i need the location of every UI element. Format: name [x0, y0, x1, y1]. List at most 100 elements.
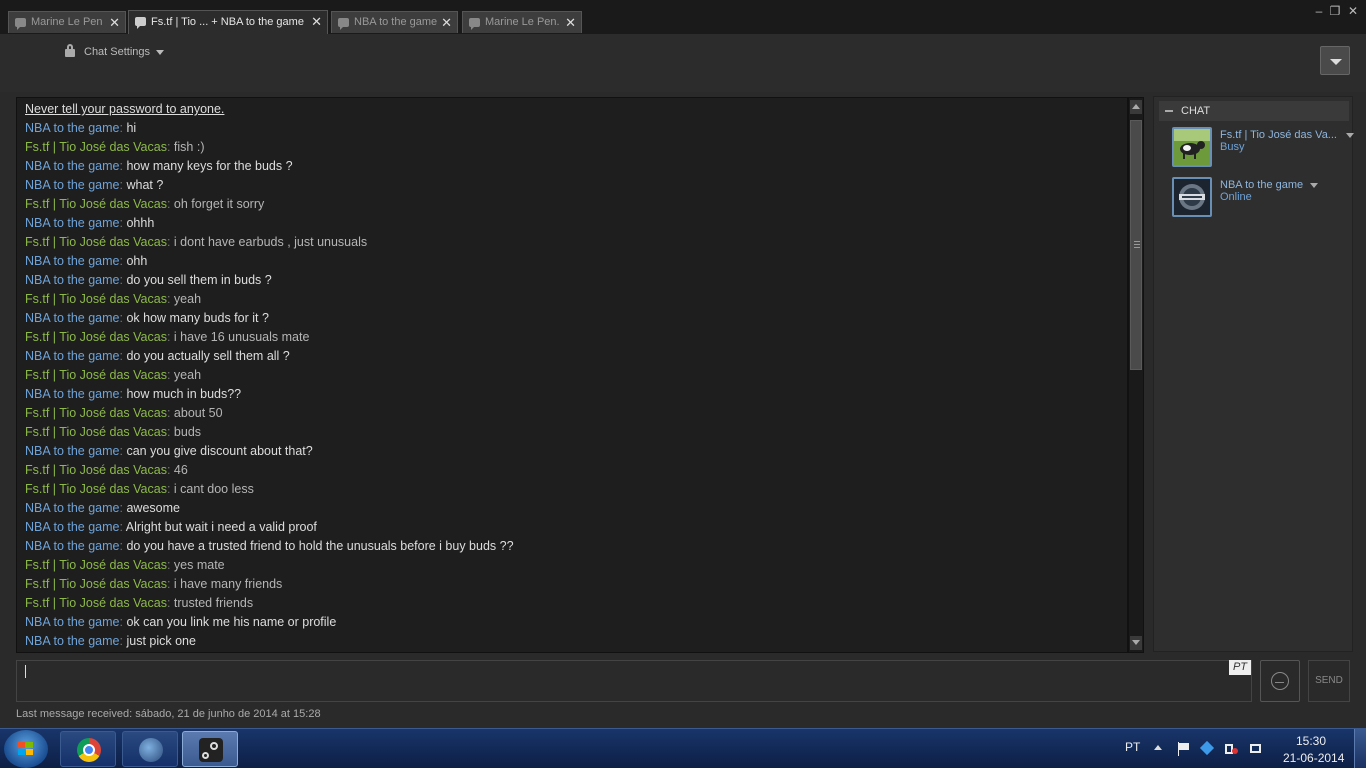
chat-message: Fs.tf | Tio José das Vacas: i dont have …: [25, 235, 368, 249]
message-sender[interactable]: NBA to the game: [25, 520, 120, 534]
emoticon-button[interactable]: [1260, 660, 1300, 702]
collapse-icon[interactable]: [1165, 110, 1173, 112]
scroll-up-icon[interactable]: [1130, 100, 1142, 114]
member-fs-tf[interactable]: Fs.tf | Tio José das Va... Busy: [1172, 127, 1354, 167]
tab-marine-le-pen-2[interactable]: Marine Le Pen. ✕: [462, 11, 582, 33]
message-sender[interactable]: NBA to the game: [25, 254, 120, 268]
message-sender[interactable]: Fs.tf | Tio José das Vacas: [25, 292, 167, 306]
message-sender[interactable]: NBA to the game: [25, 634, 120, 648]
taskbar-app[interactable]: [122, 731, 178, 767]
close-icon[interactable]: ✕: [565, 12, 576, 33]
text-caret: [25, 665, 26, 678]
message-sender[interactable]: NBA to the game: [25, 349, 120, 363]
scroll-thumb[interactable]: [1130, 120, 1142, 370]
message-sender[interactable]: NBA to the game: [25, 159, 120, 173]
action-center-icon[interactable]: [1249, 742, 1263, 756]
message-text: ohh: [126, 254, 148, 268]
chat-settings-button[interactable]: Chat Settings: [84, 46, 150, 58]
message-text: about 50: [173, 406, 223, 420]
message-text: fish :): [173, 140, 205, 154]
message-sender[interactable]: Fs.tf | Tio José das Vacas: [25, 197, 167, 211]
message-sender[interactable]: NBA to the game: [25, 539, 120, 553]
clock-time[interactable]: 15:30: [1296, 734, 1326, 748]
message-text: ok can you link me his name or profile: [126, 615, 337, 629]
message-sender[interactable]: NBA to the game: [25, 121, 120, 135]
message-sender[interactable]: NBA to the game: [25, 273, 120, 287]
message-sender[interactable]: Fs.tf | Tio José das Vacas: [25, 577, 167, 591]
taskbar-chrome[interactable]: [60, 731, 116, 767]
chat-message: Fs.tf | Tio José das Vacas: fish :): [25, 140, 205, 154]
tab-group-chat[interactable]: Fs.tf | Tio ... + NBA to the game ✕: [128, 10, 328, 34]
chat-message: NBA to the game: ohhh: [25, 216, 155, 230]
chevron-down-icon[interactable]: [156, 50, 164, 55]
options-dropdown-button[interactable]: [1320, 46, 1350, 75]
message-sender[interactable]: Fs.tf | Tio José das Vacas: [25, 463, 167, 477]
chat-section-header[interactable]: CHAT: [1159, 101, 1349, 121]
chat-message: NBA to the game: ohh: [25, 254, 148, 268]
message-sender[interactable]: Fs.tf | Tio José das Vacas: [25, 482, 167, 496]
close-icon[interactable]: ✕: [441, 12, 452, 33]
message-sender[interactable]: NBA to the game: [25, 387, 120, 401]
chat-scrollbar[interactable]: [1128, 97, 1144, 653]
message-sender[interactable]: NBA to the game: [25, 444, 120, 458]
chevron-down-icon[interactable]: [1310, 183, 1318, 188]
message-text: yeah: [173, 368, 202, 382]
clock-date[interactable]: 21-06-2014: [1283, 751, 1344, 765]
dropbox-icon[interactable]: [1201, 742, 1215, 756]
network-icon[interactable]: [1224, 742, 1238, 756]
message-sender[interactable]: Fs.tf | Tio José das Vacas: [25, 596, 167, 610]
message-sender[interactable]: NBA to the game: [25, 311, 120, 325]
close-icon[interactable]: ✕: [311, 11, 322, 33]
tab-label: Marine Le Pen.: [485, 16, 560, 28]
member-nba-to-the-game[interactable]: NBA to the game Online: [1172, 177, 1350, 217]
steam-chat-window: Marine Le Pen ✕ Fs.tf | Tio ... + NBA to…: [0, 0, 1366, 728]
input-language-indicator[interactable]: PT: [1125, 740, 1140, 754]
avatar[interactable]: [1172, 127, 1212, 167]
message-sender[interactable]: NBA to the game: [25, 178, 120, 192]
windows-taskbar: PT 15:30 21-06-2014: [0, 728, 1366, 768]
member-status: Busy: [1220, 141, 1245, 153]
start-button[interactable]: [4, 730, 48, 768]
message-sender[interactable]: Fs.tf | Tio José das Vacas: [25, 368, 167, 382]
chat-message: Fs.tf | Tio José das Vacas: yeah: [25, 292, 202, 306]
tab-label: Fs.tf | Tio ... + NBA to the game: [151, 16, 304, 28]
tab-marine-le-pen[interactable]: Marine Le Pen ✕: [8, 11, 126, 33]
show-desktop-button[interactable]: [1354, 729, 1366, 768]
message-sender[interactable]: Fs.tf | Tio José das Vacas: [25, 406, 167, 420]
emoticon-icon: [1271, 672, 1289, 690]
taskbar-steam[interactable]: [182, 731, 238, 767]
message-sender[interactable]: Fs.tf | Tio José das Vacas: [25, 235, 167, 249]
message-sender[interactable]: Fs.tf | Tio José das Vacas: [25, 330, 167, 344]
chevron-up-icon[interactable]: [1154, 745, 1162, 750]
send-button[interactable]: SEND: [1308, 660, 1350, 702]
avatar[interactable]: [1172, 177, 1212, 217]
windows-logo-icon: [18, 742, 34, 756]
window-close-button[interactable]: ✕: [1346, 4, 1360, 18]
chat-message: NBA to the game: do you actually sell th…: [25, 349, 290, 363]
app-icon: [139, 738, 163, 762]
tab-nba-to-the-game[interactable]: NBA to the game ✕: [331, 11, 458, 33]
maximize-button[interactable]: ❐: [1328, 4, 1342, 18]
message-sender[interactable]: Fs.tf | Tio José das Vacas: [25, 558, 167, 572]
chat-message: NBA to the game: just pick one: [25, 634, 196, 648]
chat-message: NBA to the game: can you give discount a…: [25, 444, 313, 458]
scroll-down-icon[interactable]: [1130, 636, 1142, 650]
message-sender[interactable]: NBA to the game: [25, 615, 120, 629]
message-sender[interactable]: Fs.tf | Tio José das Vacas: [25, 140, 167, 154]
message-text: how many keys for the buds ?: [126, 159, 293, 173]
message-sender[interactable]: NBA to the game: [25, 216, 120, 230]
message-sender[interactable]: NBA to the game: [25, 501, 120, 515]
message-text: hi: [126, 121, 137, 135]
tab-bar: Marine Le Pen ✕ Fs.tf | Tio ... + NBA to…: [0, 0, 1366, 34]
message-text: ohhh: [126, 216, 155, 230]
message-input[interactable]: [16, 660, 1252, 702]
chat-bubble-icon: [338, 18, 349, 30]
message-sender[interactable]: Fs.tf | Tio José das Vacas: [25, 425, 167, 439]
chevron-down-icon[interactable]: [1346, 133, 1354, 138]
close-icon[interactable]: ✕: [109, 12, 120, 33]
action-flag-icon[interactable]: [1177, 742, 1191, 756]
chat-message: NBA to the game: what ?: [25, 178, 164, 192]
input-language-badge: PT: [1229, 660, 1251, 675]
chat-message: NBA to the game: how many keys for the b…: [25, 159, 293, 173]
minimize-button[interactable]: ‒: [1312, 4, 1326, 18]
